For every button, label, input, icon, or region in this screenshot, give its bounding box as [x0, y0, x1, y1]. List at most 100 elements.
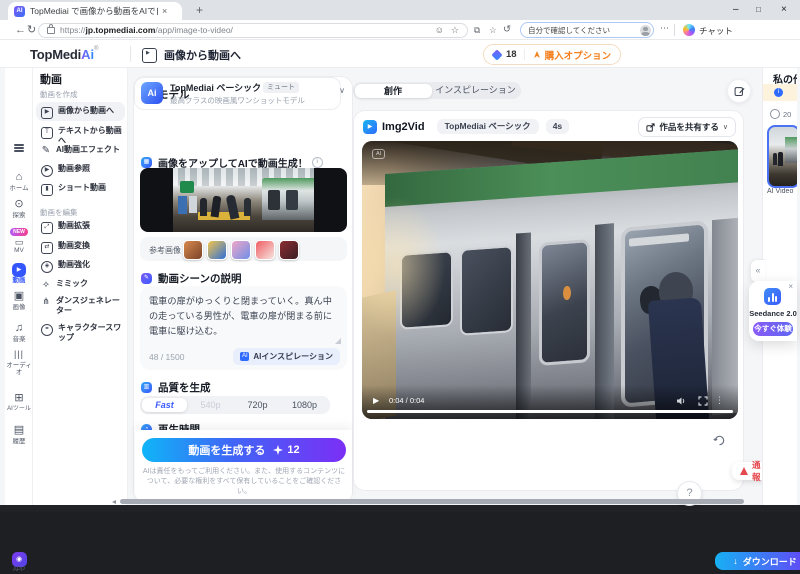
sidebar-item-dance-generator[interactable]: ⋔ ダンスジェネレーター	[36, 296, 124, 315]
description-section-header: ✎ 動画シーンの説明	[141, 271, 241, 286]
scrollbar-left-arrow[interactable]	[112, 500, 116, 504]
seedance-promo-card[interactable]: × Seedance 2.0 今すぐ体験	[749, 281, 797, 341]
rail-item-music[interactable]: ♫ 音楽	[5, 318, 33, 344]
download-icon: ↓	[733, 556, 738, 566]
ai-spark-icon: AI	[240, 352, 250, 361]
quality-option-540p[interactable]: 540p	[187, 396, 234, 414]
quality-option-720p[interactable]: 720p	[234, 396, 281, 414]
refresh-icon[interactable]: ↻	[27, 20, 36, 40]
scene-description-box[interactable]: 電車の扉がゆっくりと閉まっていく。真ん中の走っている男性が、電車の扉が閉まる前に…	[140, 286, 347, 370]
toolbar-divider	[674, 24, 675, 36]
target-icon: ▶	[41, 165, 53, 177]
collections-icon[interactable]: ⧉	[474, 25, 480, 36]
art-window2	[459, 244, 513, 336]
browser-tab[interactable]: AI TopMediai で画像から動画をAIで自 ×	[8, 2, 182, 20]
fullscreen-icon[interactable]	[698, 396, 708, 406]
tab-create[interactable]: 創作	[354, 83, 432, 98]
rail-collapse-icon[interactable]	[5, 140, 33, 158]
site-favicon: AI	[14, 5, 25, 17]
sidebar-item-video-reference[interactable]: ▶ 動画参照	[36, 164, 124, 177]
site-info-lock-icon[interactable]	[47, 23, 55, 34]
reaction-icon[interactable]: ☺	[435, 25, 444, 36]
reference-thumb-3[interactable]	[231, 240, 251, 260]
video-player[interactable]: AI ▶ 0:04 / 0:04 ⋮	[362, 141, 738, 419]
sidebar-item-character-swap[interactable]: ⚭ キャラクタースワップ	[36, 323, 124, 342]
reference-thumb-2[interactable]	[207, 240, 227, 260]
promo-close-icon[interactable]: ×	[788, 282, 793, 291]
rail-item-mv[interactable]: NEW ▭ MV	[5, 220, 33, 254]
window-minimize-button[interactable]: –	[733, 4, 739, 15]
tab-inspiration[interactable]: インスピレーション	[433, 82, 518, 99]
rail-item-ai-tools[interactable]: ⊞ AIツール	[5, 388, 33, 413]
tab-close-icon[interactable]: ×	[162, 6, 167, 16]
panel-collapse-button[interactable]: «	[750, 259, 765, 283]
info-icon[interactable]: i	[311, 157, 323, 168]
browser-verify-pill[interactable]: 自分で確認してください	[520, 22, 654, 38]
share-button[interactable]: 作品を共有する ∨	[638, 117, 736, 137]
copilot-icon[interactable]	[683, 24, 695, 36]
rail-item-image[interactable]: ▣ 画像	[5, 286, 33, 312]
new-badge: NEW	[10, 228, 28, 236]
reference-thumb-1[interactable]	[183, 240, 203, 260]
art-vending	[178, 196, 187, 214]
uploaded-image-preview[interactable]	[140, 168, 347, 232]
art-train-door2	[286, 190, 298, 210]
sidebar-item-ai-effects[interactable]: ✎ AI動画エフェクト	[36, 145, 124, 156]
sidebar-item-video-enhance[interactable]: ◈ 動画強化	[36, 260, 124, 273]
rail-item-history[interactable]: ▤ 履歴	[5, 420, 33, 446]
workspace-tabs: 創作 インスピレーション	[353, 82, 521, 99]
sidebar-item-text-to-video[interactable]: T テキストから動画へ	[36, 126, 124, 145]
back-icon[interactable]: ←	[15, 20, 26, 40]
generate-footer: 動画を生成する 12 AIは責任をもってご利用ください。また、使用するコンテンツ…	[135, 430, 352, 503]
progress-bar[interactable]	[367, 410, 733, 413]
chat-label[interactable]: チャット	[699, 25, 733, 37]
promo-cta-button[interactable]: 今すぐ体験	[753, 322, 793, 336]
creation-thumbnail[interactable]	[767, 125, 797, 188]
warning-icon	[740, 467, 748, 475]
rail-item-home[interactable]: ⌂ ホーム	[5, 167, 33, 193]
sidebar-item-image-to-video[interactable]: ▶ 画像から動画へ	[36, 106, 124, 119]
app-logo[interactable]: TopMediAi®	[30, 46, 99, 64]
generate-disclaimer: AIは責任をもってご利用ください。また、使用するコンテンツについて、必要な権利を…	[142, 468, 346, 496]
scrollbar-thumb[interactable]	[120, 499, 744, 504]
sidebar-item-short-video[interactable]: ▮ ショート動画	[36, 183, 124, 196]
window-close-button[interactable]: ×	[781, 4, 787, 15]
runner-icon: ⟡	[43, 279, 49, 289]
resize-handle[interactable]	[335, 338, 341, 344]
download-button[interactable]: ↓ ダウンロード	[715, 552, 800, 570]
compose-button[interactable]	[727, 79, 751, 103]
ai-inspiration-button[interactable]: AI AIインスピレーション	[233, 348, 340, 365]
regenerate-icon[interactable]	[713, 434, 726, 447]
app-download-icon: ◉	[11, 552, 27, 567]
buy-options-button[interactable]: 購入オプション	[545, 48, 612, 62]
play-button[interactable]: ▶	[373, 396, 379, 405]
art-thumb-person	[773, 153, 777, 165]
sidebar-item-video-expand[interactable]: ⤢ 動画拡張	[36, 221, 124, 234]
bookmark-star-icon[interactable]: ☆	[451, 25, 459, 36]
kebab-menu-icon[interactable]: ⋮	[715, 395, 724, 406]
window-maximize-button[interactable]: □	[756, 5, 761, 14]
sidebar-item-mimic[interactable]: ⟡ ミミック	[36, 279, 124, 290]
reference-thumb-4[interactable]	[255, 240, 275, 260]
rail-item-video-active[interactable]: ▶ 動画	[5, 258, 33, 284]
history-icon[interactable]: ↺	[503, 24, 511, 35]
generate-video-button[interactable]: 動画を生成する 12	[142, 438, 346, 462]
compass-icon: ⊙	[14, 198, 24, 210]
horizontal-scrollbar[interactable]	[112, 499, 796, 505]
rail-item-explore[interactable]: ⊙ 探索	[5, 194, 33, 220]
rail-item-audio[interactable]: ||| オーディオ	[5, 344, 33, 377]
text-video-icon: T	[41, 127, 53, 139]
credits-pill[interactable]: 18 購入オプション	[483, 44, 622, 65]
new-tab-button[interactable]: +	[196, 3, 203, 17]
volume-icon[interactable]	[676, 396, 686, 406]
reference-thumb-5[interactable]	[279, 240, 299, 260]
favorites-icon[interactable]: ☆	[489, 25, 497, 36]
address-bar[interactable]: https://jp.topmediai.com/app/image-to-vi…	[38, 22, 468, 38]
rail-item-app[interactable]: ◉ APP	[5, 548, 33, 574]
quality-option-fast[interactable]: Fast	[142, 398, 187, 412]
sidebar-item-video-convert[interactable]: ⇄ 動画変換	[36, 241, 124, 254]
more-menu-icon[interactable]: ⋯	[660, 23, 669, 34]
compose-icon	[734, 86, 745, 96]
scene-description-text[interactable]: 電車の扉がゆっくりと閉まっていく。真ん中の走っている男性が、電車の扉が閉まる前に…	[140, 286, 347, 339]
quality-option-1080p[interactable]: 1080p	[281, 396, 328, 414]
